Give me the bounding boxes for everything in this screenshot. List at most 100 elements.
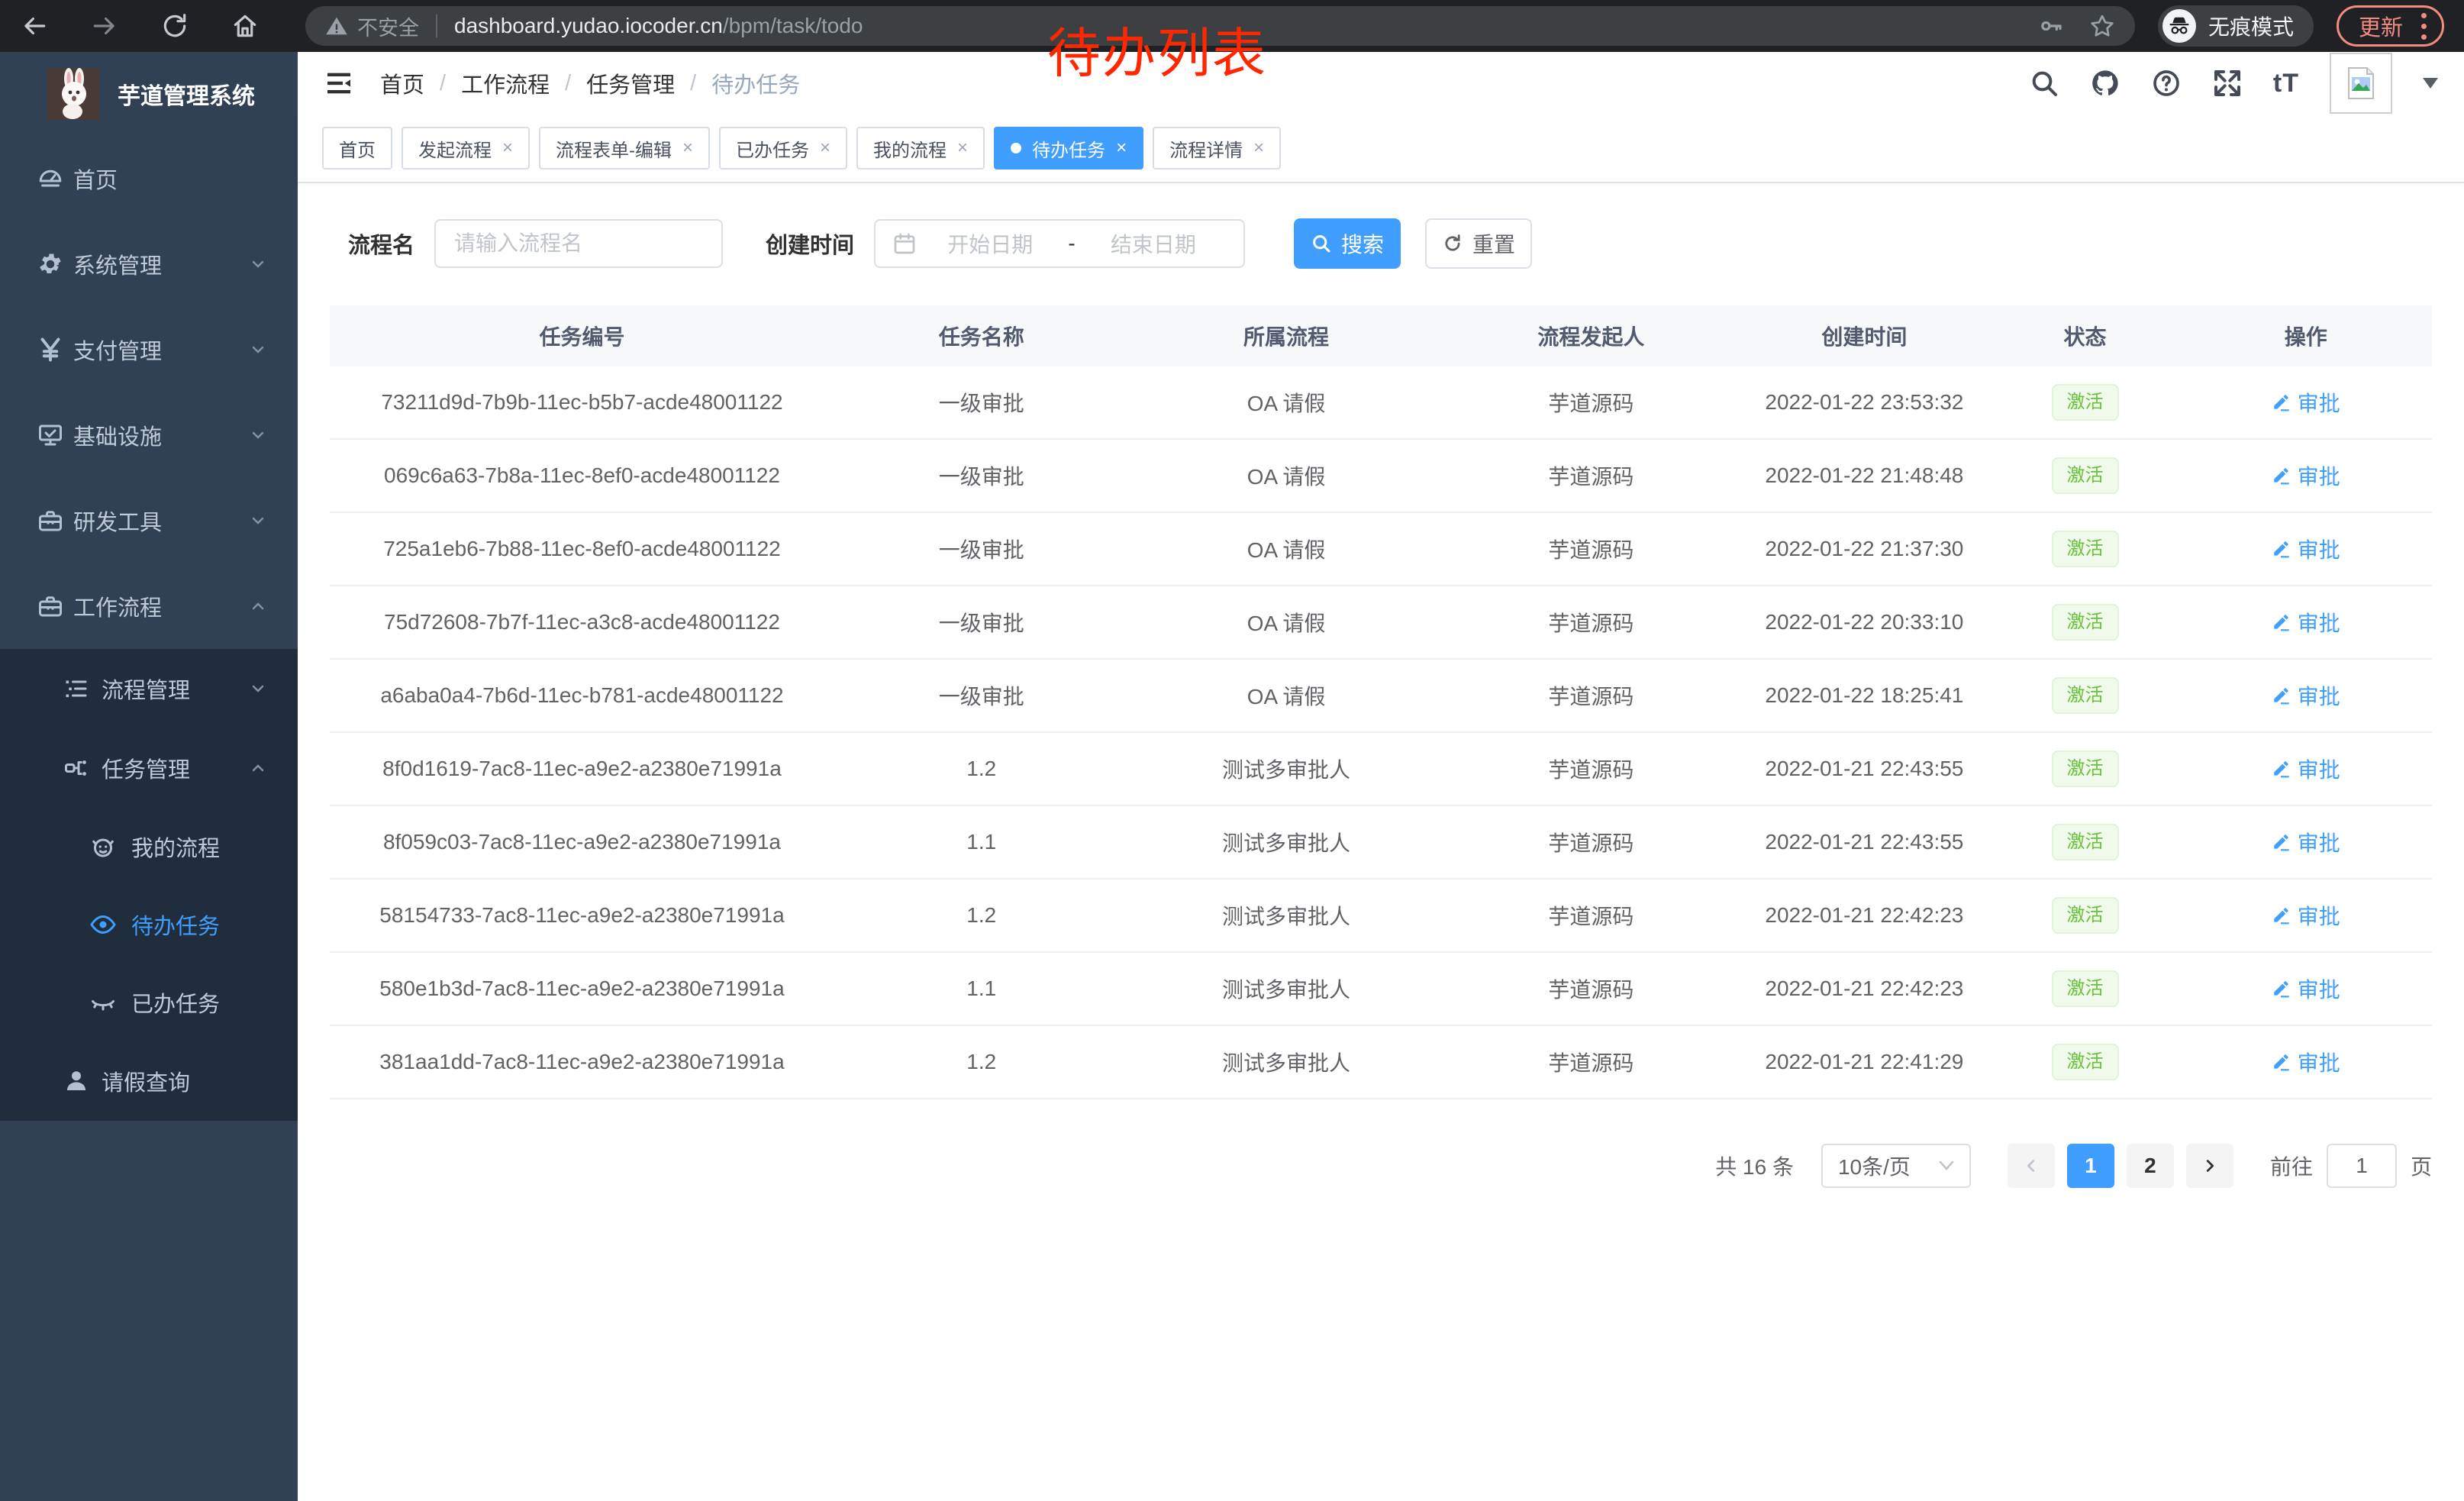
edit-icon (2272, 686, 2291, 705)
browser-menu-icon[interactable] (2418, 10, 2430, 43)
browser-chrome: 不安全 dashboard.yudao.iocoder.cn /bpm/task… (0, 0, 2464, 52)
tab-process-detail[interactable]: 流程详情× (1153, 127, 1281, 169)
tab-form-edit[interactable]: 流程表单-编辑× (539, 127, 710, 169)
back-icon[interactable] (20, 11, 49, 40)
sidebar-item-task-mgmt[interactable]: 任务管理 (0, 728, 298, 808)
prev-page-button[interactable] (2008, 1144, 2055, 1188)
sidebar-item-done-tasks[interactable]: 已办任务 (0, 964, 298, 1041)
sidebar-item-leave-query[interactable]: 请假查询 (0, 1041, 298, 1121)
caret-down-icon[interactable] (2423, 78, 2438, 89)
approve-link[interactable]: 审批 (2272, 900, 2340, 931)
update-button[interactable]: 更新 (2337, 5, 2444, 47)
cell-created: 2022-01-21 22:43:55 (1738, 830, 1990, 854)
cell-starter: 芋道源码 (1444, 900, 1739, 931)
sidebar-item-system[interactable]: 系统管理 (0, 221, 298, 307)
approve-link[interactable]: 审批 (2272, 534, 2340, 564)
cell-starter: 芋道源码 (1444, 680, 1739, 711)
close-icon[interactable]: × (682, 139, 693, 157)
table-row: 8f059c03-7ac8-11ec-a9e2-a2380e71991a 1.1… (330, 806, 2432, 880)
page-button-2[interactable]: 2 (2127, 1144, 2174, 1188)
tab-start-process[interactable]: 发起流程× (402, 127, 530, 169)
cell-task-id: 381aa1dd-7ac8-11ec-a9e2-a2380e71991a (330, 1050, 834, 1074)
sidebar-item-my-process[interactable]: 我的流程 (0, 808, 298, 886)
fullscreen-icon[interactable] (2212, 68, 2243, 98)
chevron-up-icon (249, 597, 267, 615)
sidebar-item-label: 任务管理 (102, 752, 190, 784)
tab-home[interactable]: 首页 (322, 127, 392, 169)
sidebar-item-devtools[interactable]: 研发工具 (0, 478, 298, 563)
sidebar-item-todo-tasks[interactable]: 待办任务 (0, 886, 298, 964)
reload-icon[interactable] (160, 11, 189, 40)
page-button-1[interactable]: 1 (2067, 1144, 2114, 1188)
url-host[interactable]: dashboard.yudao.iocoder.cn (454, 14, 723, 38)
date-range-picker[interactable]: 开始日期 - 结束日期 (874, 219, 1245, 268)
forward-icon[interactable] (90, 11, 119, 40)
help-icon[interactable] (2151, 68, 2182, 98)
sidebar-item-home[interactable]: 首页 (0, 136, 298, 221)
github-icon[interactable] (2090, 68, 2121, 98)
approve-link[interactable]: 审批 (2272, 827, 2340, 857)
edit-icon (2272, 612, 2291, 632)
avatar[interactable] (2330, 53, 2392, 114)
approve-link[interactable]: 审批 (2272, 607, 2340, 638)
tab-done-tasks[interactable]: 已办任务× (719, 127, 847, 169)
approve-link[interactable]: 审批 (2272, 680, 2340, 711)
update-label[interactable]: 更新 (2359, 10, 2403, 42)
filter-row: 流程名 创建时间 开始日期 - 结束日期 搜索 重置 (348, 218, 2464, 269)
sidebar-item-infra[interactable]: 基础设施 (0, 392, 298, 478)
close-icon[interactable]: × (1116, 139, 1127, 157)
collapse-sidebar-icon[interactable] (324, 68, 354, 98)
close-icon[interactable]: × (1253, 139, 1264, 157)
incognito-icon (2162, 9, 2196, 43)
url-path[interactable]: /bpm/task/todo (723, 14, 863, 38)
dashboard-icon (37, 165, 64, 192)
sidebar-item-label: 首页 (73, 163, 118, 195)
tab-my-process[interactable]: 我的流程× (856, 127, 985, 169)
status-badge: 激活 (2052, 750, 2119, 787)
bookmark-star-icon[interactable] (2089, 13, 2115, 39)
edit-icon (2272, 539, 2291, 559)
cell-created: 2022-01-22 23:53:32 (1738, 390, 1990, 415)
close-icon[interactable]: × (502, 139, 513, 157)
status-badge: 激活 (2052, 531, 2119, 567)
table-row: a6aba0a4-7b6d-11ec-b781-acde48001122 一级审… (330, 660, 2432, 733)
security-label[interactable]: 不安全 (357, 11, 419, 41)
close-icon[interactable]: × (820, 139, 830, 157)
tab-todo-tasks[interactable]: 待办任务× (994, 127, 1143, 169)
font-size-icon[interactable]: tT (2273, 69, 2299, 98)
chevron-down-icon (249, 341, 267, 359)
table-row: 8f0d1619-7ac8-11ec-a9e2-a2380e71991a 1.2… (330, 733, 2432, 806)
reset-button[interactable]: 重置 (1425, 218, 1532, 269)
process-name-input[interactable] (434, 219, 723, 268)
page-size-select[interactable]: 10条/页 (1821, 1144, 1971, 1188)
breadcrumb-task-mgmt[interactable]: 任务管理 (586, 67, 675, 99)
home-icon[interactable] (231, 11, 260, 40)
sidebar-item-process-mgmt[interactable]: 流程管理 (0, 649, 298, 728)
approve-link[interactable]: 审批 (2272, 754, 2340, 784)
cell-task-id: 75d72608-7b7f-11ec-a3c8-acde48001122 (330, 610, 834, 634)
approve-link[interactable]: 审批 (2272, 1047, 2340, 1077)
close-icon[interactable]: × (957, 139, 968, 157)
cell-starter: 芋道源码 (1444, 460, 1739, 491)
sidebar-item-workflow[interactable]: 工作流程 (0, 563, 298, 649)
sidebar-item-label: 我的流程 (131, 831, 220, 863)
breadcrumb-workflow[interactable]: 工作流程 (461, 67, 550, 99)
approve-link[interactable]: 审批 (2272, 460, 2340, 491)
sidebar-item-label: 流程管理 (102, 673, 190, 705)
cell-process: 测试多审批人 (1129, 827, 1444, 857)
breadcrumb-home[interactable]: 首页 (380, 67, 424, 99)
search-icon[interactable] (2029, 68, 2059, 98)
approve-link[interactable]: 审批 (2272, 973, 2340, 1004)
goto-page-input[interactable] (2327, 1144, 2397, 1188)
col-status: 状态 (1991, 321, 2180, 351)
col-task-name: 任务名称 (834, 321, 1129, 351)
password-key-icon[interactable] (2039, 14, 2063, 38)
next-page-button[interactable] (2186, 1144, 2233, 1188)
cell-starter: 芋道源码 (1444, 973, 1739, 1004)
sidebar-item-payment[interactable]: 支付管理 (0, 307, 298, 392)
cell-task-id: 069c6a63-7b8a-11ec-8ef0-acde48001122 (330, 463, 834, 488)
approve-link[interactable]: 审批 (2272, 387, 2340, 418)
cell-task-id: 8f059c03-7ac8-11ec-a9e2-a2380e71991a (330, 830, 834, 854)
table-row: 75d72608-7b7f-11ec-a3c8-acde48001122 一级审… (330, 586, 2432, 660)
search-button[interactable]: 搜索 (1294, 218, 1401, 269)
